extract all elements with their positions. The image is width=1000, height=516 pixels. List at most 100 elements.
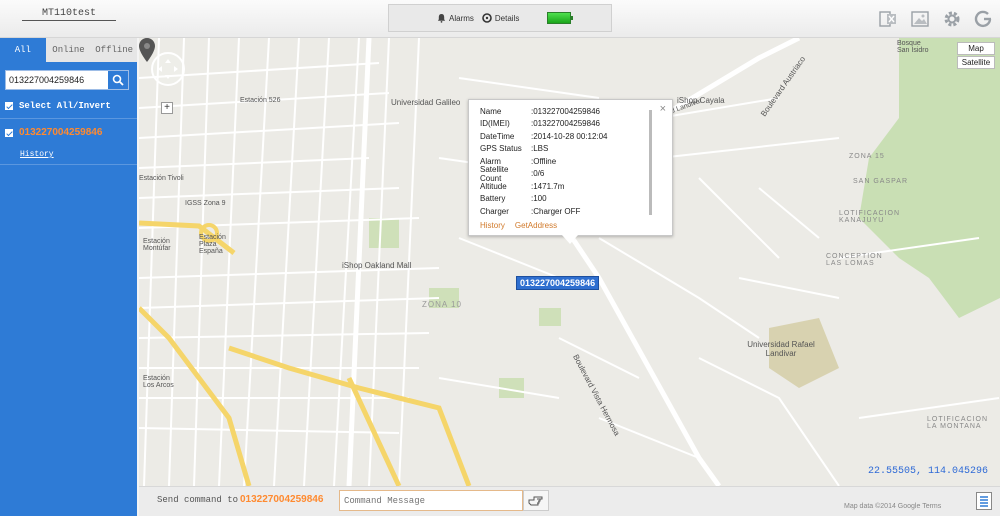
info-value: :100 bbox=[531, 194, 547, 204]
map-type-map-button[interactable]: Map bbox=[957, 42, 995, 55]
info-value: :013227004259846 bbox=[531, 119, 600, 129]
excel-icon[interactable] bbox=[878, 9, 898, 29]
sidebar: All Online Offline Select All/Invert 013… bbox=[0, 38, 137, 516]
tab-all[interactable]: All bbox=[0, 38, 46, 62]
device-info-window: Name :013227004259846 ID(IMEI) :0132270042… bbox=[468, 99, 673, 236]
map-highways bbox=[139, 220, 472, 486]
info-key: Battery bbox=[480, 194, 506, 204]
details-icon bbox=[482, 13, 492, 23]
info-row: Satellite Count :0/6 bbox=[469, 164, 608, 183]
place-label: CONCEPTION LAS LOMAS bbox=[826, 253, 883, 267]
map-park bbox=[539, 308, 561, 326]
info-value: :Offline bbox=[531, 156, 557, 166]
marker-label: 013227004259846 bbox=[516, 276, 600, 290]
map-canvas[interactable]: Universidad Galileo iShop Cayala iShop O… bbox=[139, 38, 1000, 486]
bell-icon bbox=[437, 13, 446, 23]
device-tabs: All Online Offline bbox=[0, 38, 137, 62]
place-label: ZONA 10 bbox=[422, 300, 462, 309]
tab-online[interactable]: Online bbox=[46, 38, 92, 62]
send-command-button[interactable] bbox=[523, 490, 549, 511]
map-credit: Map data ©2014 Google Terms bbox=[844, 503, 942, 510]
place-label: ZONA 15 bbox=[849, 153, 885, 160]
status-panel: Alarms Details bbox=[388, 4, 612, 32]
top-bar: MT110test Alarms Details bbox=[0, 0, 1000, 38]
device-checkbox[interactable] bbox=[5, 128, 13, 137]
logout-icon[interactable] bbox=[974, 9, 994, 29]
map-type-satellite-button[interactable]: Satellite bbox=[957, 56, 995, 69]
alarms-label: Alarms bbox=[449, 13, 474, 23]
command-bar: Send command to 013227004259846 Map data… bbox=[139, 486, 1000, 516]
search-input[interactable] bbox=[6, 75, 106, 85]
gear-icon[interactable] bbox=[942, 9, 962, 29]
info-value: :1471.7m bbox=[531, 181, 565, 191]
info-value: :0/6 bbox=[531, 169, 545, 179]
close-icon[interactable]: × bbox=[660, 103, 666, 115]
info-value: :LBS bbox=[531, 144, 549, 154]
place-label: Bosque San Isidro bbox=[897, 40, 929, 54]
place-label: Universidad Rafael Landivar bbox=[747, 340, 815, 358]
info-key: Name bbox=[480, 106, 502, 116]
place-label: Estación 526 bbox=[240, 97, 281, 104]
place-label: LOTIFICACION KANAJUYU bbox=[839, 210, 901, 224]
info-value: :2014-10-28 00:12:04 bbox=[531, 131, 608, 141]
device-row: 013227004259846 bbox=[5, 127, 102, 138]
command-target-imei: 013227004259846 bbox=[240, 494, 324, 505]
map-park bbox=[369, 218, 399, 248]
place-label: Estación Montúfar bbox=[143, 238, 171, 252]
device-title: MT110test bbox=[22, 8, 116, 21]
search-box bbox=[5, 70, 129, 90]
info-key: ID(IMEI) bbox=[480, 119, 510, 129]
info-row: DateTime:2014-10-28 00:12:04 bbox=[469, 130, 608, 143]
info-row: GPS Status :LBS bbox=[469, 143, 608, 156]
info-window-pointer bbox=[562, 235, 578, 244]
info-value: :Charger OFF bbox=[531, 206, 581, 216]
info-rows: Name :013227004259846 ID(IMEI) :0132270042… bbox=[469, 105, 608, 218]
place-label: Estación Tivoli bbox=[139, 175, 184, 182]
info-scrollbar[interactable] bbox=[649, 110, 652, 215]
place-label: LOTIFICACION LA MONTANA bbox=[927, 416, 989, 430]
place-label: iShop Oakland Mall bbox=[342, 261, 412, 270]
search-icon bbox=[112, 74, 124, 86]
list-lines-icon bbox=[980, 496, 988, 507]
place-label: IGSS Zona 9 bbox=[185, 200, 226, 207]
search-button[interactable] bbox=[108, 71, 128, 89]
info-row: Name :013227004259846 bbox=[469, 105, 608, 118]
battery-icon bbox=[547, 12, 574, 24]
device-history-link[interactable]: History bbox=[20, 150, 54, 159]
info-row: ID(IMEI) :013227004259846 bbox=[469, 118, 608, 131]
zoom-in-button[interactable]: + bbox=[161, 102, 173, 114]
alarms-button[interactable]: Alarms bbox=[437, 13, 474, 23]
info-key: Altitude bbox=[480, 181, 507, 191]
image-icon[interactable] bbox=[910, 9, 930, 29]
select-all-checkbox[interactable] bbox=[5, 102, 13, 110]
pan-arrows-icon bbox=[158, 59, 178, 79]
device-imei[interactable]: 013227004259846 bbox=[19, 127, 102, 138]
tab-offline[interactable]: Offline bbox=[91, 38, 137, 62]
info-key: GPS Status bbox=[480, 144, 522, 154]
sidebar-divider bbox=[0, 118, 137, 119]
place-label: Estación Los Arcos bbox=[143, 375, 174, 389]
info-getaddress-link[interactable]: GetAddress bbox=[515, 221, 557, 230]
select-all-row: Select All/Invert bbox=[5, 101, 111, 111]
pan-control[interactable] bbox=[151, 52, 185, 86]
info-key: Satellite Count bbox=[480, 164, 509, 183]
details-label: Details bbox=[494, 13, 520, 23]
coordinate-readout: 22.55505, 114.045296 bbox=[868, 466, 989, 477]
command-input[interactable] bbox=[339, 490, 523, 511]
place-label: Estación Plaza España bbox=[199, 234, 226, 255]
command-label: Send command to bbox=[157, 495, 239, 505]
info-row: Battery :100 bbox=[469, 193, 608, 206]
details-button[interactable]: Details bbox=[482, 13, 519, 23]
info-key: Charger bbox=[480, 206, 509, 216]
pointing-hand-icon bbox=[528, 496, 543, 505]
info-history-link[interactable]: History bbox=[480, 221, 505, 230]
sidebar-divider bbox=[0, 164, 137, 165]
map-pin-icon[interactable] bbox=[139, 38, 155, 62]
info-links: History GetAddress bbox=[480, 221, 557, 230]
place-label: SAN GASPAR bbox=[853, 178, 908, 185]
info-row: Altitude :1471.7m bbox=[469, 180, 608, 193]
info-value: :013227004259846 bbox=[531, 106, 600, 116]
info-row: Charger :Charger OFF bbox=[469, 205, 608, 218]
select-all-label[interactable]: Select All/Invert bbox=[19, 101, 111, 111]
list-icon[interactable] bbox=[976, 492, 992, 510]
